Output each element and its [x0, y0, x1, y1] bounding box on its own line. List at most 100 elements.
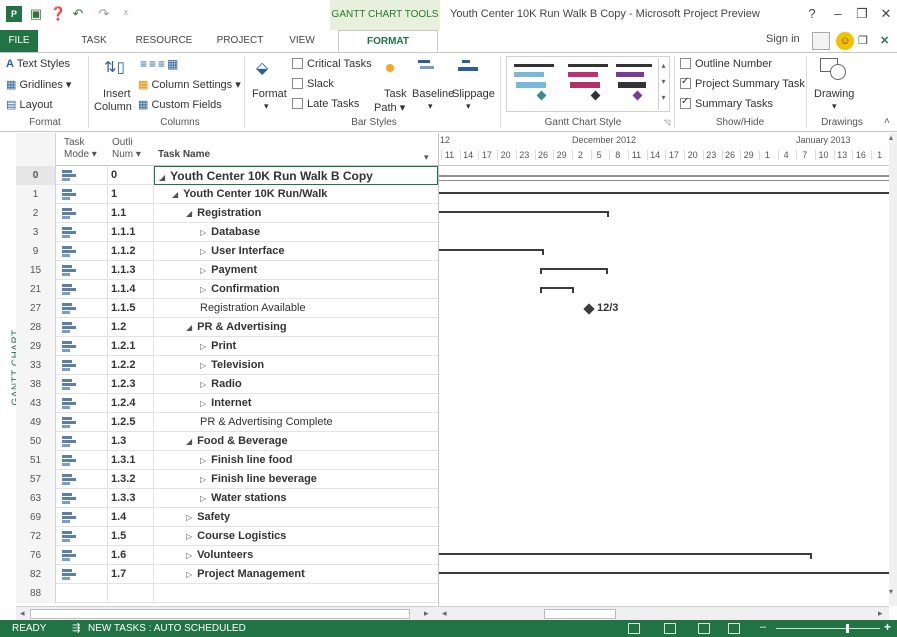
table-row[interactable]: 88 [16, 584, 438, 603]
task-name-cell[interactable]: ◢ PR & Advertising [154, 318, 438, 337]
table-row[interactable]: 69 1.4 ▷ Safety [16, 508, 438, 527]
task-mode-cell[interactable] [56, 584, 108, 603]
task-mode-cell[interactable] [56, 375, 108, 394]
zoom-out-icon[interactable]: – [760, 621, 766, 633]
task-name-cell[interactable]: ▷ Confirmation [154, 280, 438, 299]
new-tasks-icon[interactable]: ⇶ [72, 620, 80, 637]
minimize-button[interactable]: – [828, 5, 848, 23]
table-row[interactable]: 0 0 ◢ Youth Center 10K Run Walk B Copy [16, 166, 438, 185]
outline-number-cell[interactable]: 1.1 [108, 204, 154, 223]
table-row[interactable]: 76 1.6 ▷ Volunteers [16, 546, 438, 565]
table-row[interactable]: 3 1.1.1 ▷ Database [16, 223, 438, 242]
text-styles-button[interactable]: A Text Styles [6, 58, 70, 70]
table-row[interactable]: 28 1.2 ◢ PR & Advertising [16, 318, 438, 337]
row-id[interactable]: 9 [16, 242, 56, 261]
row-id[interactable]: 28 [16, 318, 56, 337]
task-mode-cell[interactable] [56, 489, 108, 508]
row-id[interactable]: 82 [16, 565, 56, 584]
expand-icon[interactable]: ▷ [200, 456, 206, 465]
baseline-button[interactable]: Baseline [412, 88, 454, 100]
task-name-cell[interactable]: ▷ Finish line food [154, 451, 438, 470]
collapse-icon[interactable]: ◢ [186, 209, 192, 218]
task-name-cell[interactable]: ◢ Registration [154, 204, 438, 223]
task-mode-cell[interactable] [56, 318, 108, 337]
task-name-cell[interactable]: ▷ Print [154, 337, 438, 356]
slippage-icon[interactable] [458, 58, 478, 76]
undo-icon[interactable]: ↶ [70, 6, 86, 22]
table-row[interactable]: 21 1.1.4 ▷ Confirmation [16, 280, 438, 299]
outline-number-cell[interactable]: 1.1.3 [108, 261, 154, 280]
tab-task[interactable]: TASK [74, 30, 114, 52]
outline-number-cell[interactable]: 1.2.4 [108, 394, 154, 413]
row-id[interactable]: 63 [16, 489, 56, 508]
row-id[interactable]: 27 [16, 299, 56, 318]
outline-number-cell[interactable]: 1.2.5 [108, 413, 154, 432]
zoom-in-icon[interactable]: + [884, 620, 891, 634]
outline-number-cell[interactable]: 1.3.1 [108, 451, 154, 470]
scroll-left-icon[interactable]: ◂ [442, 608, 447, 619]
task-name-cell[interactable]: ▷ Internet [154, 394, 438, 413]
task-mode-cell[interactable] [56, 280, 108, 299]
task-name-cell[interactable]: ▷ Safety [154, 508, 438, 527]
project-summary-bar[interactable] [439, 175, 890, 177]
task-mode-cell[interactable] [56, 299, 108, 318]
outline-number-cell[interactable]: 1.3 [108, 432, 154, 451]
drawing-dropdown-icon[interactable]: ▾ [832, 101, 837, 112]
close-button[interactable]: ✕ [876, 5, 896, 23]
zoom-slider[interactable] [776, 628, 880, 629]
task-mode-cell[interactable] [56, 242, 108, 261]
expand-icon[interactable]: ▷ [200, 494, 206, 503]
redo-icon[interactable]: ↷ [96, 6, 112, 22]
task-name-cell[interactable]: ▷ Payment [154, 261, 438, 280]
expand-icon[interactable]: ▷ [200, 266, 206, 275]
summary-bar-confirmation[interactable] [540, 287, 574, 289]
table-row[interactable]: 1 1 ◢ Youth Center 10K Run/Walk [16, 185, 438, 204]
expand-icon[interactable]: ▷ [186, 551, 192, 560]
table-row[interactable]: 43 1.2.4 ▷ Internet [16, 394, 438, 413]
row-id[interactable]: 15 [16, 261, 56, 280]
outline-number-cell[interactable] [108, 584, 154, 603]
row-id[interactable]: 38 [16, 375, 56, 394]
task-mode-cell[interactable] [56, 261, 108, 280]
customize-qat-icon[interactable]: ⩡ [118, 6, 134, 22]
summary-bar-registration[interactable] [439, 211, 609, 213]
row-id[interactable]: 69 [16, 508, 56, 527]
task-name-cell[interactable]: ◢ Food & Beverage [154, 432, 438, 451]
table-row[interactable]: 33 1.2.2 ▷ Television [16, 356, 438, 375]
table-row[interactable]: 63 1.3.3 ▷ Water stations [16, 489, 438, 508]
outline-number-cell[interactable]: 1.2.1 [108, 337, 154, 356]
outline-number-checkbox[interactable]: Outline Number [680, 58, 772, 70]
outline-number-cell[interactable]: 1.1.4 [108, 280, 154, 299]
filter-dropdown-icon[interactable]: ▾ [424, 152, 429, 163]
expand-icon[interactable]: ▷ [200, 285, 206, 294]
gridlines-button[interactable]: ▦ Gridlines ▾ [6, 78, 71, 91]
scroll-left-icon[interactable]: ◂ [20, 608, 25, 619]
tab-view[interactable]: VIEW [282, 30, 322, 52]
align-icons[interactable]: ≡≡≡▦ [140, 57, 180, 71]
avatar[interactable] [812, 32, 830, 50]
task-name-cell[interactable]: ▷ Television [154, 356, 438, 375]
task-name-cell[interactable]: Registration Available [154, 299, 438, 318]
row-id[interactable]: 88 [16, 584, 56, 603]
table-row[interactable]: 50 1.3 ◢ Food & Beverage [16, 432, 438, 451]
table-row[interactable]: 51 1.3.1 ▷ Finish line food [16, 451, 438, 470]
summary-bar-user-interface[interactable] [439, 249, 544, 251]
tab-resource[interactable]: RESOURCE [130, 30, 198, 52]
expand-icon[interactable]: ▷ [186, 532, 192, 541]
column-settings-button[interactable]: ▦ Column Settings ▾ [138, 78, 241, 91]
outline-number-cell[interactable]: 1.2.3 [108, 375, 154, 394]
task-name-cell[interactable]: ▷ Water stations [154, 489, 438, 508]
outline-number-cell[interactable]: 1.2 [108, 318, 154, 337]
slippage-button[interactable]: Slippage [452, 88, 495, 100]
baseline-icon[interactable] [418, 58, 434, 76]
table-row[interactable]: 49 1.2.5 PR & Advertising Complete [16, 413, 438, 432]
row-id[interactable]: 50 [16, 432, 56, 451]
summary-bar-project-management[interactable] [439, 572, 890, 574]
outline-number-cell[interactable]: 1.1.1 [108, 223, 154, 242]
task-usage-shortcut-icon[interactable] [664, 623, 676, 634]
insert-column-icon[interactable]: ⇅▯ [104, 58, 130, 80]
task-mode-cell[interactable] [56, 356, 108, 375]
summary-bar-payment[interactable] [540, 268, 608, 270]
row-id[interactable]: 72 [16, 527, 56, 546]
gantt-style-1[interactable] [510, 58, 568, 110]
